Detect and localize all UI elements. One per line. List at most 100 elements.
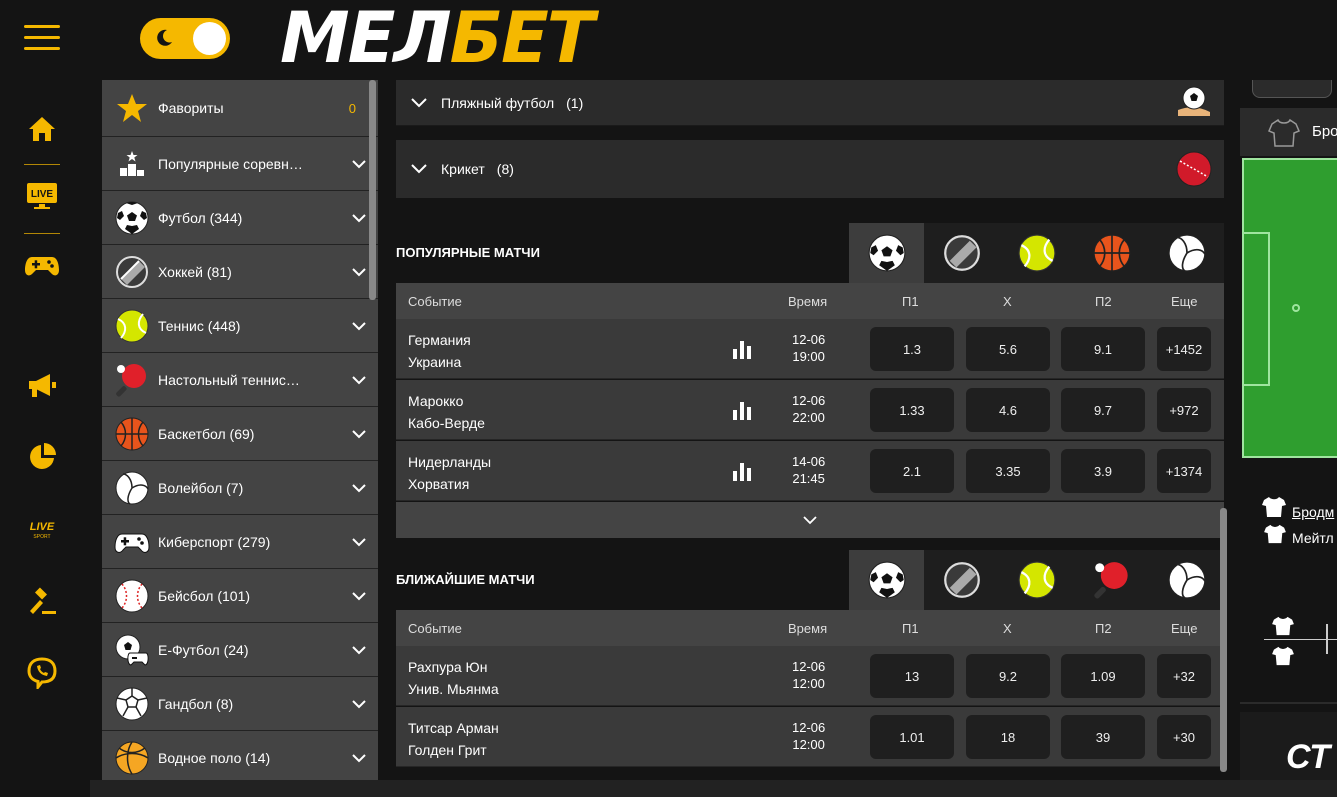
- auction-icon[interactable]: [20, 580, 64, 624]
- tennis-ball-icon: [114, 308, 150, 344]
- sidebar-item-volleyball[interactable]: Волейбол (7): [102, 461, 378, 515]
- table-row[interactable]: Марокко Кабо-Верде 12-06 22:00 1.33 4.6 9.…: [396, 380, 1224, 440]
- sidebar-item-label: E-Футбол (24): [158, 641, 249, 658]
- statistics-icon[interactable]: [732, 461, 752, 481]
- efootball-icon: [114, 632, 150, 668]
- odd-p2-button[interactable]: 3.9: [1061, 449, 1145, 493]
- sidebar-item-popular[interactable]: Популярные соревн…: [102, 137, 378, 191]
- live-sport-icon[interactable]: LIVE SPORT: [20, 508, 64, 552]
- sidebar-item-hockey[interactable]: Хоккей (81): [102, 245, 378, 299]
- statistics-icon[interactable]: [732, 400, 752, 420]
- gamepad-icon[interactable]: [20, 244, 64, 288]
- tab-basketball[interactable]: [1074, 223, 1149, 283]
- jersey-icon: [1262, 497, 1286, 517]
- tab-hockey[interactable]: [924, 223, 999, 283]
- main-scrollbar[interactable]: [1220, 508, 1227, 772]
- sidebar-item-baseball[interactable]: Бейсбол (101): [102, 569, 378, 623]
- match-datetime: 12-06 22:00: [792, 392, 825, 426]
- odd-p1-button[interactable]: 1.01: [870, 715, 954, 759]
- odd-x-button[interactable]: 3.35: [966, 449, 1050, 493]
- chevron-down-icon: [352, 375, 366, 384]
- sidebar-item-tennis[interactable]: Теннис (448): [102, 299, 378, 353]
- sidebar-item-efootball[interactable]: E-Футбол (24): [102, 623, 378, 677]
- chevron-down-icon: [352, 537, 366, 546]
- team-away: Хорватия: [408, 476, 470, 492]
- sidebar-item-label: Бейсбол (101): [158, 587, 251, 604]
- sports-sidebar: Фавориты 0 Популярные соревн… Футбол (34…: [102, 80, 378, 780]
- odd-p2-button[interactable]: 9.1: [1061, 327, 1145, 371]
- more-markets-button[interactable]: +1452: [1157, 327, 1211, 371]
- sidebar-item-esports[interactable]: Киберспорт (279): [102, 515, 378, 569]
- widget-control[interactable]: [1252, 80, 1332, 98]
- match-datetime: 12-06 19:00: [792, 331, 825, 365]
- more-markets-button[interactable]: +30: [1157, 715, 1211, 759]
- logo-white: МЕЛ: [280, 0, 452, 79]
- ping-pong-icon: [114, 362, 150, 398]
- sidebar-item-favorites[interactable]: Фавориты 0: [102, 80, 378, 137]
- tab-volleyball[interactable]: [1149, 223, 1224, 283]
- baseball-icon: [114, 578, 150, 614]
- tab-table-tennis[interactable]: [1074, 550, 1149, 610]
- sidebar-item-table-tennis[interactable]: Настольный теннис…: [102, 353, 378, 407]
- accordion-beach-football[interactable]: Пляжный футбол (1): [396, 80, 1224, 126]
- match-time: 22:00: [792, 410, 825, 425]
- jersey-icon: [1272, 616, 1294, 636]
- team-link[interactable]: Бродм: [1292, 504, 1334, 520]
- team-away: Голден Грит: [408, 742, 487, 758]
- pie-chart-icon[interactable]: [20, 435, 64, 479]
- col-p2: П2: [1095, 621, 1112, 636]
- team-home: Титсар Арман: [408, 720, 499, 736]
- home-icon[interactable]: [20, 107, 64, 151]
- accordion-cricket[interactable]: Крикет (8): [396, 140, 1224, 198]
- statistics-icon[interactable]: [732, 339, 752, 359]
- table-row[interactable]: Титсар Арман Голден Грит 12-06 12:00 1.01 …: [396, 707, 1224, 767]
- viber-icon[interactable]: [20, 651, 64, 695]
- sidebar-scrollbar[interactable]: [369, 80, 376, 300]
- menu-burger-icon[interactable]: [24, 25, 60, 51]
- sidebar-item-handball[interactable]: Гандбол (8): [102, 677, 378, 731]
- odd-x-button[interactable]: 4.6: [966, 388, 1050, 432]
- tab-tennis[interactable]: [999, 550, 1074, 610]
- more-markets-button[interactable]: +972: [1157, 388, 1211, 432]
- sport-filter-tabs: [849, 550, 1224, 610]
- odd-p2-button[interactable]: 9.7: [1061, 388, 1145, 432]
- match-teams: Нидерланды Хорватия: [408, 451, 491, 495]
- more-markets-button[interactable]: +32: [1157, 654, 1211, 698]
- tab-tennis[interactable]: [999, 223, 1074, 283]
- sidebar-item-label: Волейбол (7): [158, 479, 244, 496]
- sidebar-item-basketball[interactable]: Баскетбол (69): [102, 407, 378, 461]
- tab-football[interactable]: [849, 223, 924, 283]
- odd-p2-button[interactable]: 39: [1061, 715, 1145, 759]
- live-tv-icon[interactable]: LIVE: [20, 174, 64, 218]
- toggle-knob: [193, 22, 226, 55]
- table-row[interactable]: Германия Украина 12-06 19:00 1.3 5.6 9.1 +…: [396, 319, 1224, 379]
- volleyball-icon: [1168, 561, 1206, 599]
- sidebar-item-water-polo[interactable]: Водное поло (14): [102, 731, 378, 780]
- more-markets-button[interactable]: +1374: [1157, 449, 1211, 493]
- odd-p1-button[interactable]: 13: [870, 654, 954, 698]
- tab-hockey[interactable]: [924, 550, 999, 610]
- match-date: 14-06: [792, 454, 826, 469]
- match-datetime: 12-06 12:00: [792, 658, 825, 692]
- tab-football[interactable]: [849, 550, 924, 610]
- table-row[interactable]: Нидерланды Хорватия 14-06 21:45 2.1 3.35 3…: [396, 441, 1224, 501]
- cricket-ball-icon: [1176, 151, 1212, 187]
- theme-toggle[interactable]: [140, 18, 230, 59]
- odd-p2-button[interactable]: 1.09: [1061, 654, 1145, 698]
- main-content: Пляжный футбол (1) Крикет (8) ПОПУЛЯРНЫЕ…: [396, 80, 1224, 780]
- megaphone-icon[interactable]: [20, 363, 64, 407]
- odd-p1-button[interactable]: 2.1: [870, 449, 954, 493]
- sidebar-item-football[interactable]: Футбол (344): [102, 191, 378, 245]
- odd-p1-button[interactable]: 1.3: [870, 327, 954, 371]
- odd-x-button[interactable]: 18: [966, 715, 1050, 759]
- table-row[interactable]: Рахпура Юн Унив. Мьянма 12-06 12:00 13 9.2…: [396, 646, 1224, 706]
- chevron-down-icon: [803, 515, 817, 524]
- odd-x-button[interactable]: 9.2: [966, 654, 1050, 698]
- tab-volleyball[interactable]: [1149, 550, 1224, 610]
- logo[interactable]: МЕЛБЕТ: [280, 0, 595, 79]
- odd-x-button[interactable]: 5.6: [966, 327, 1050, 371]
- sport-filter-tabs: [849, 223, 1224, 283]
- show-more-button[interactable]: [396, 502, 1224, 538]
- match-time: 12:00: [792, 676, 825, 691]
- odd-p1-button[interactable]: 1.33: [870, 388, 954, 432]
